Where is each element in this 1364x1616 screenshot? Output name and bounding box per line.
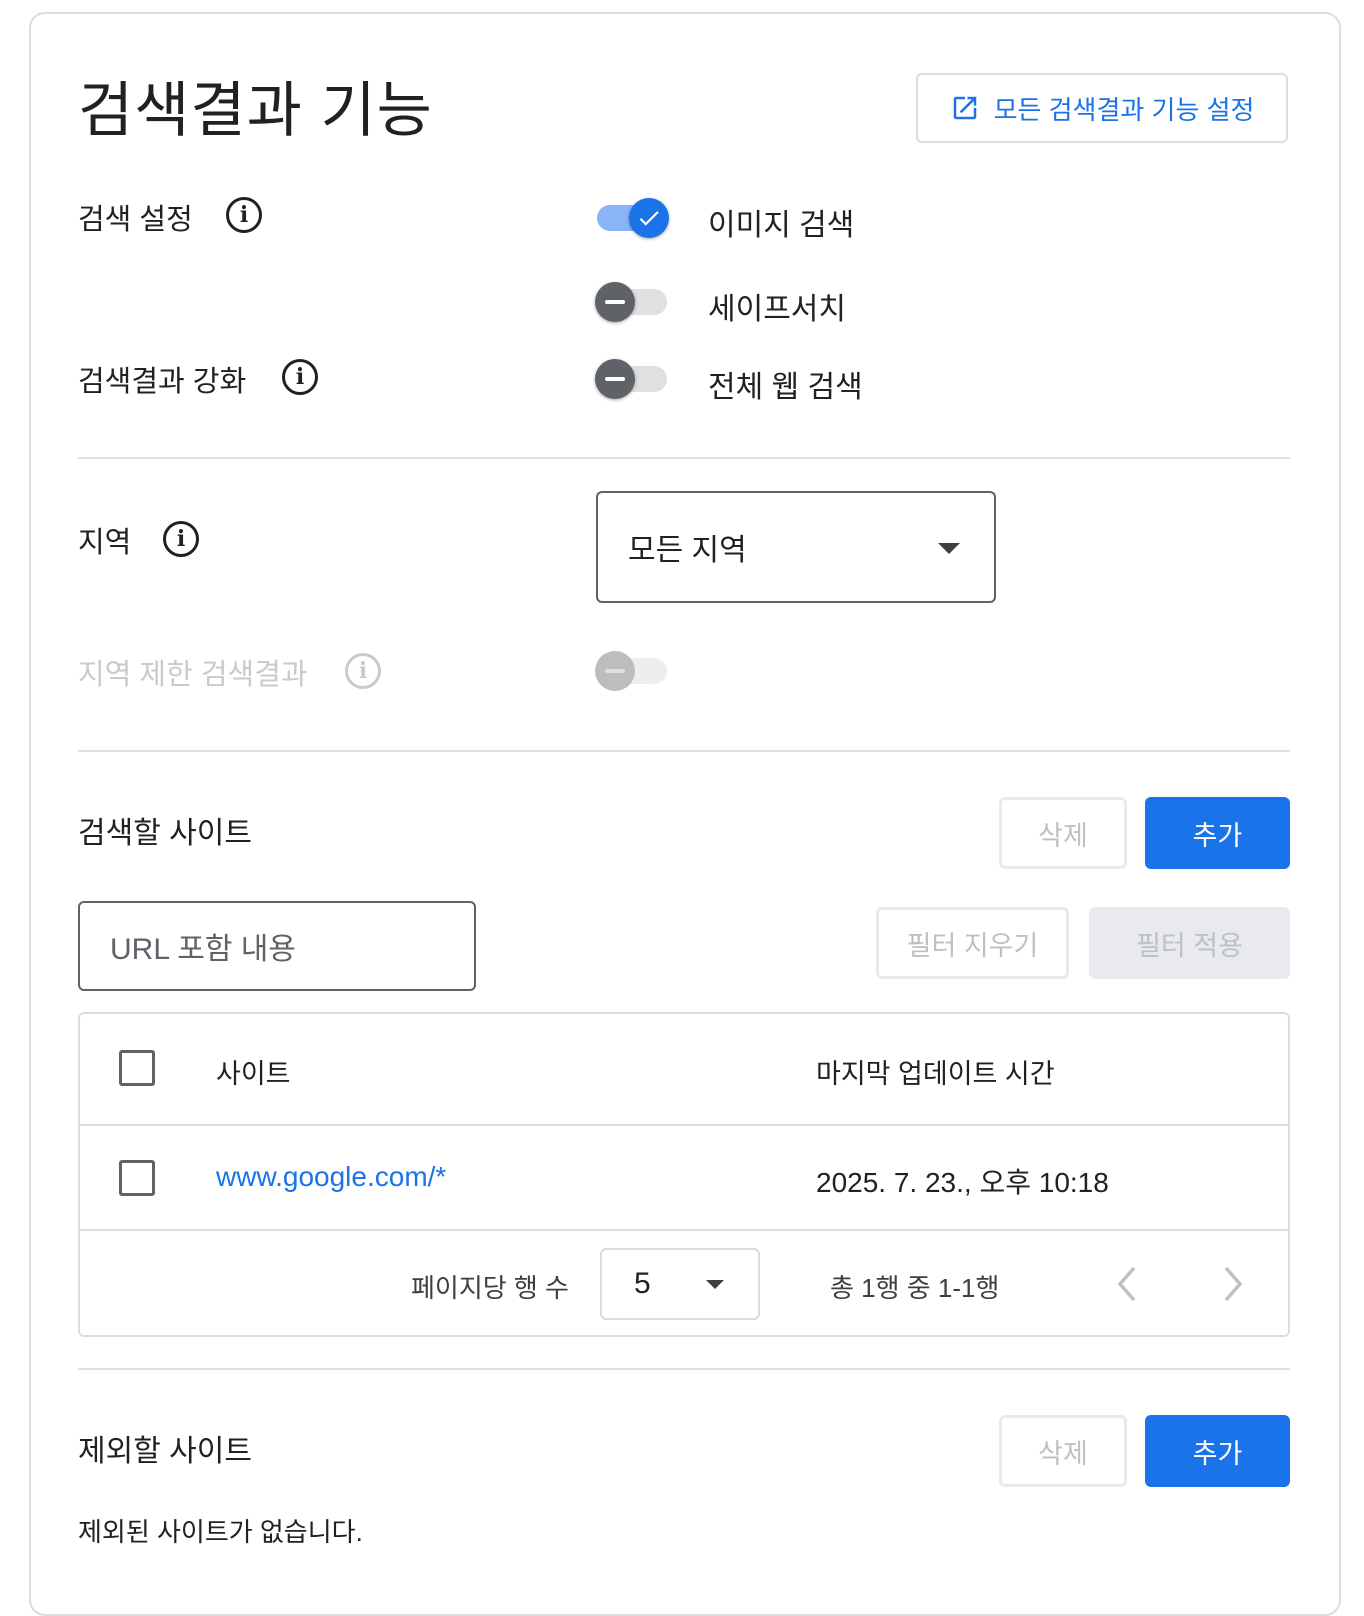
rows-per-page-select[interactable]: 5 [600,1248,760,1320]
sites-to-exclude-title: 제외할 사이트 [78,1435,252,1468]
open-in-new-icon [953,96,976,120]
enhancement-info-icon[interactable]: i [282,359,318,395]
url-filter-input[interactable]: URL 포함 내용 [78,901,476,991]
rows-per-page-label: 페이지당 행 수 [411,1273,569,1303]
add-excluded-button[interactable]: 추가 [1145,1415,1290,1487]
restricted-results-info-icon[interactable]: i [345,653,381,689]
toggle-knob [595,359,635,399]
safesearch-toggle[interactable] [595,282,669,322]
add-site-button[interactable]: 추가 [1145,797,1290,869]
divider [78,750,1290,752]
sites-table: 사이트 마지막 업데이트 시간 www.google.com/* 2025. 7… [78,1012,1290,1337]
region-info-icon[interactable]: i [163,521,199,557]
restricted-results-label: 지역 제한 검색결과 [78,659,308,691]
row-divider [80,1124,1288,1126]
toggle-knob [595,651,635,691]
image-search-label: 이미지 검색 [708,209,855,242]
minus-icon [605,377,625,381]
delete-site-button[interactable]: 삭제 [999,797,1127,869]
no-excluded-sites-text: 제외된 사이트가 없습니다. [78,1517,363,1547]
minus-icon [605,669,625,673]
whole-web-toggle[interactable] [595,359,669,399]
toggle-knob [629,198,669,238]
sites-to-search-title: 검색할 사이트 [78,817,252,850]
row-checkbox[interactable] [119,1160,155,1196]
region-select[interactable]: 모든 지역 [596,491,996,603]
pagination-range: 총 1행 중 1-1행 [830,1273,1000,1303]
region-label: 지역 [78,527,132,559]
column-header-site[interactable]: 사이트 [216,1052,291,1091]
enhancement-label: 검색결과 강화 [78,366,247,398]
column-header-updated[interactable]: 마지막 업데이트 시간 [816,1052,1055,1091]
prev-page-icon[interactable] [1110,1264,1146,1304]
dropdown-arrow-icon [706,1280,724,1289]
check-icon [639,211,659,226]
whole-web-label: 전체 웹 검색 [708,371,863,404]
dropdown-arrow-icon [938,543,960,554]
delete-excluded-button[interactable]: 삭제 [999,1415,1127,1487]
restricted-results-toggle [595,651,669,691]
site-updated-time: 2025. 7. 23., 오후 10:18 [816,1167,1109,1198]
clear-filter-button[interactable]: 필터 지우기 [876,907,1069,979]
divider [78,457,1290,459]
image-search-toggle[interactable] [595,198,669,238]
safesearch-label: 세이프서치 [708,293,846,326]
divider [78,1368,1290,1370]
apply-filter-button[interactable]: 필터 적용 [1089,907,1290,979]
page-title: 검색결과 기능 [78,77,433,144]
next-page-icon[interactable] [1216,1264,1252,1304]
all-settings-label: 모든 검색결과 기능 설정 [993,94,1255,125]
search-settings-info-icon[interactable]: i [226,197,262,233]
row-divider [80,1229,1288,1231]
search-settings-label: 검색 설정 [78,204,193,236]
region-selected-value: 모든 지역 [628,534,747,567]
select-all-checkbox[interactable] [119,1050,155,1086]
all-settings-button[interactable]: 모든 검색결과 기능 설정 [916,73,1288,143]
minus-icon [605,300,625,304]
rows-per-page-value: 5 [634,1267,651,1300]
toggle-knob [595,282,635,322]
site-link[interactable]: www.google.com/* [216,1161,446,1193]
